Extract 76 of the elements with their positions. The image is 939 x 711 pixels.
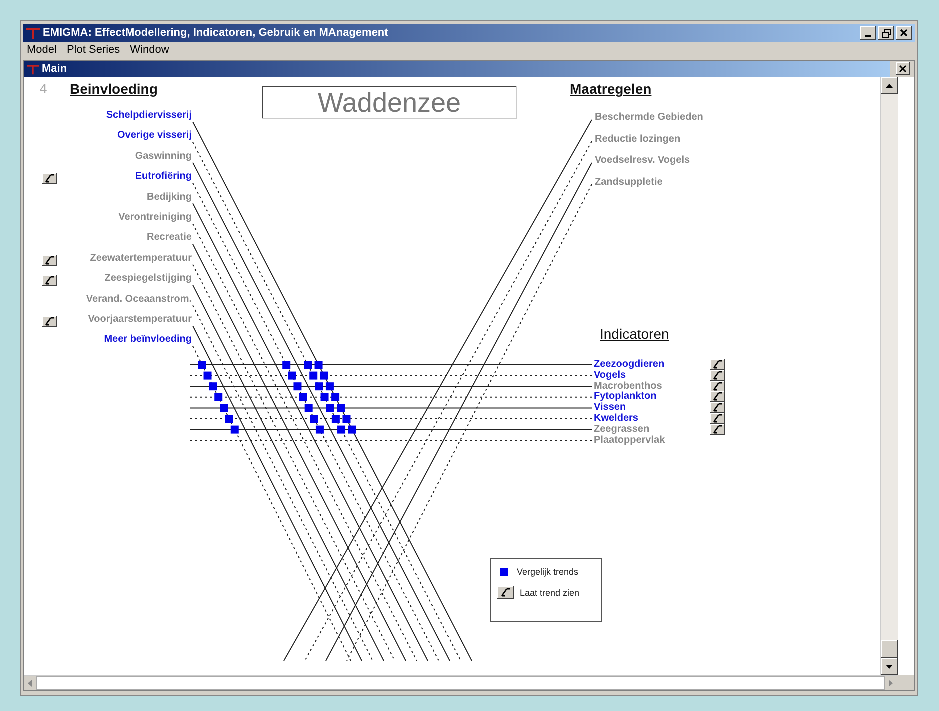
close-icon — [899, 64, 907, 72]
influence-label[interactable]: Overige visserij — [118, 130, 192, 142]
influence-label[interactable]: Bedijking — [146, 192, 192, 203]
scrollbar-thumb[interactable] — [881, 640, 898, 658]
influence-label[interactable]: Verontreiniging — [118, 212, 192, 223]
trend-icon — [497, 586, 514, 599]
right-arrow-icon — [889, 680, 893, 686]
app-icon — [26, 27, 40, 39]
trend-button[interactable] — [710, 402, 725, 414]
page-number: 4 — [40, 81, 48, 96]
close-button[interactable] — [896, 62, 910, 75]
trend-button[interactable] — [710, 359, 725, 370]
legend-label: Laat trend zien — [520, 588, 580, 598]
measure-label[interactable]: Voedselresv. Vogels — [595, 155, 690, 166]
influence-label[interactable]: Gaswinning — [135, 150, 192, 162]
indicator-label[interactable]: Zeezoogdieren — [594, 359, 665, 370]
down-arrow-icon — [886, 664, 893, 668]
trend-icon — [712, 370, 722, 380]
trend-icon — [712, 392, 722, 402]
influence-label[interactable]: Verand. Oceaanstrom. — [86, 294, 192, 305]
trend-button[interactable] — [710, 370, 725, 381]
trend-button[interactable] — [710, 413, 725, 424]
trend-icon — [712, 360, 722, 369]
measure-label[interactable]: Zandsuppletie — [595, 176, 663, 188]
trend-icon — [712, 414, 722, 423]
indicator-label[interactable]: Vissen — [594, 402, 626, 414]
influence-label[interactable]: Zeespiegelstijging — [104, 273, 192, 284]
minimize-button[interactable] — [860, 26, 876, 40]
legend-label: Vergelijk trends — [517, 567, 579, 577]
window-title: EMIGMA: EffectModellering, Indicatoren, Gebruik en MAnagement — [43, 27, 390, 39]
trend-icon — [44, 276, 54, 286]
indicator-label[interactable]: Zeegrassen — [594, 424, 650, 435]
influence-label[interactable]: Voorjaarstemperatuur — [88, 314, 192, 325]
menu-item[interactable]: Window — [130, 44, 170, 56]
section-heading: Beinvloeding — [70, 81, 158, 97]
child-window-title: Main — [42, 63, 68, 75]
influence-label[interactable]: Eutrofiëring — [135, 171, 192, 182]
restore-icon — [882, 28, 890, 38]
trend-button[interactable] — [42, 316, 57, 327]
menu-item[interactable]: Model — [27, 44, 57, 56]
measure-label[interactable]: Reductie lozingen — [595, 134, 681, 144]
indicator-label[interactable]: Vogels — [594, 370, 626, 381]
app-icon — [27, 64, 39, 74]
location-title: Waddenzee — [262, 86, 517, 119]
trend-button[interactable] — [710, 380, 725, 392]
trend-icon — [44, 317, 54, 326]
horizontal-scrollbar[interactable] — [24, 675, 897, 690]
trend-icon — [44, 256, 54, 265]
influence-label[interactable]: Schelpdiervisserij — [106, 110, 192, 121]
influence-label[interactable]: Meer beïnvloeding — [104, 334, 192, 346]
trend-icon — [44, 174, 54, 184]
section-heading: Maatregelen — [570, 81, 652, 97]
indicator-label[interactable]: Fytoplankton — [594, 391, 657, 402]
indicator-label[interactable]: Plaatoppervlak — [594, 434, 666, 446]
trend-button[interactable] — [42, 173, 57, 184]
close-button[interactable] — [896, 26, 912, 40]
up-arrow-icon — [886, 84, 893, 88]
compare-marker-icon — [497, 567, 511, 577]
section-heading: Indicatoren — [600, 326, 670, 342]
indicator-label[interactable]: Kwelders — [594, 413, 638, 424]
measure-label[interactable]: Beschermde Gebieden — [595, 112, 704, 123]
trend-icon — [712, 382, 722, 391]
trend-button[interactable] — [710, 424, 725, 435]
trend-icon — [712, 403, 722, 412]
vertical-scrollbar[interactable] — [880, 77, 898, 675]
left-arrow-icon — [28, 680, 32, 686]
trend-button[interactable] — [42, 275, 57, 286]
close-icon — [900, 29, 908, 37]
trend-icon — [712, 424, 722, 434]
influence-label[interactable]: Recreatie — [146, 232, 192, 244]
trend-button[interactable] — [42, 254, 57, 266]
menu-item[interactable]: Plot Series — [66, 44, 120, 56]
influence-label[interactable]: Zeewatertemperatuur — [90, 252, 192, 264]
trend-button[interactable] — [710, 391, 725, 402]
maximize-button[interactable] — [878, 26, 894, 40]
indicator-label[interactable]: Macrobenthos — [594, 380, 662, 392]
